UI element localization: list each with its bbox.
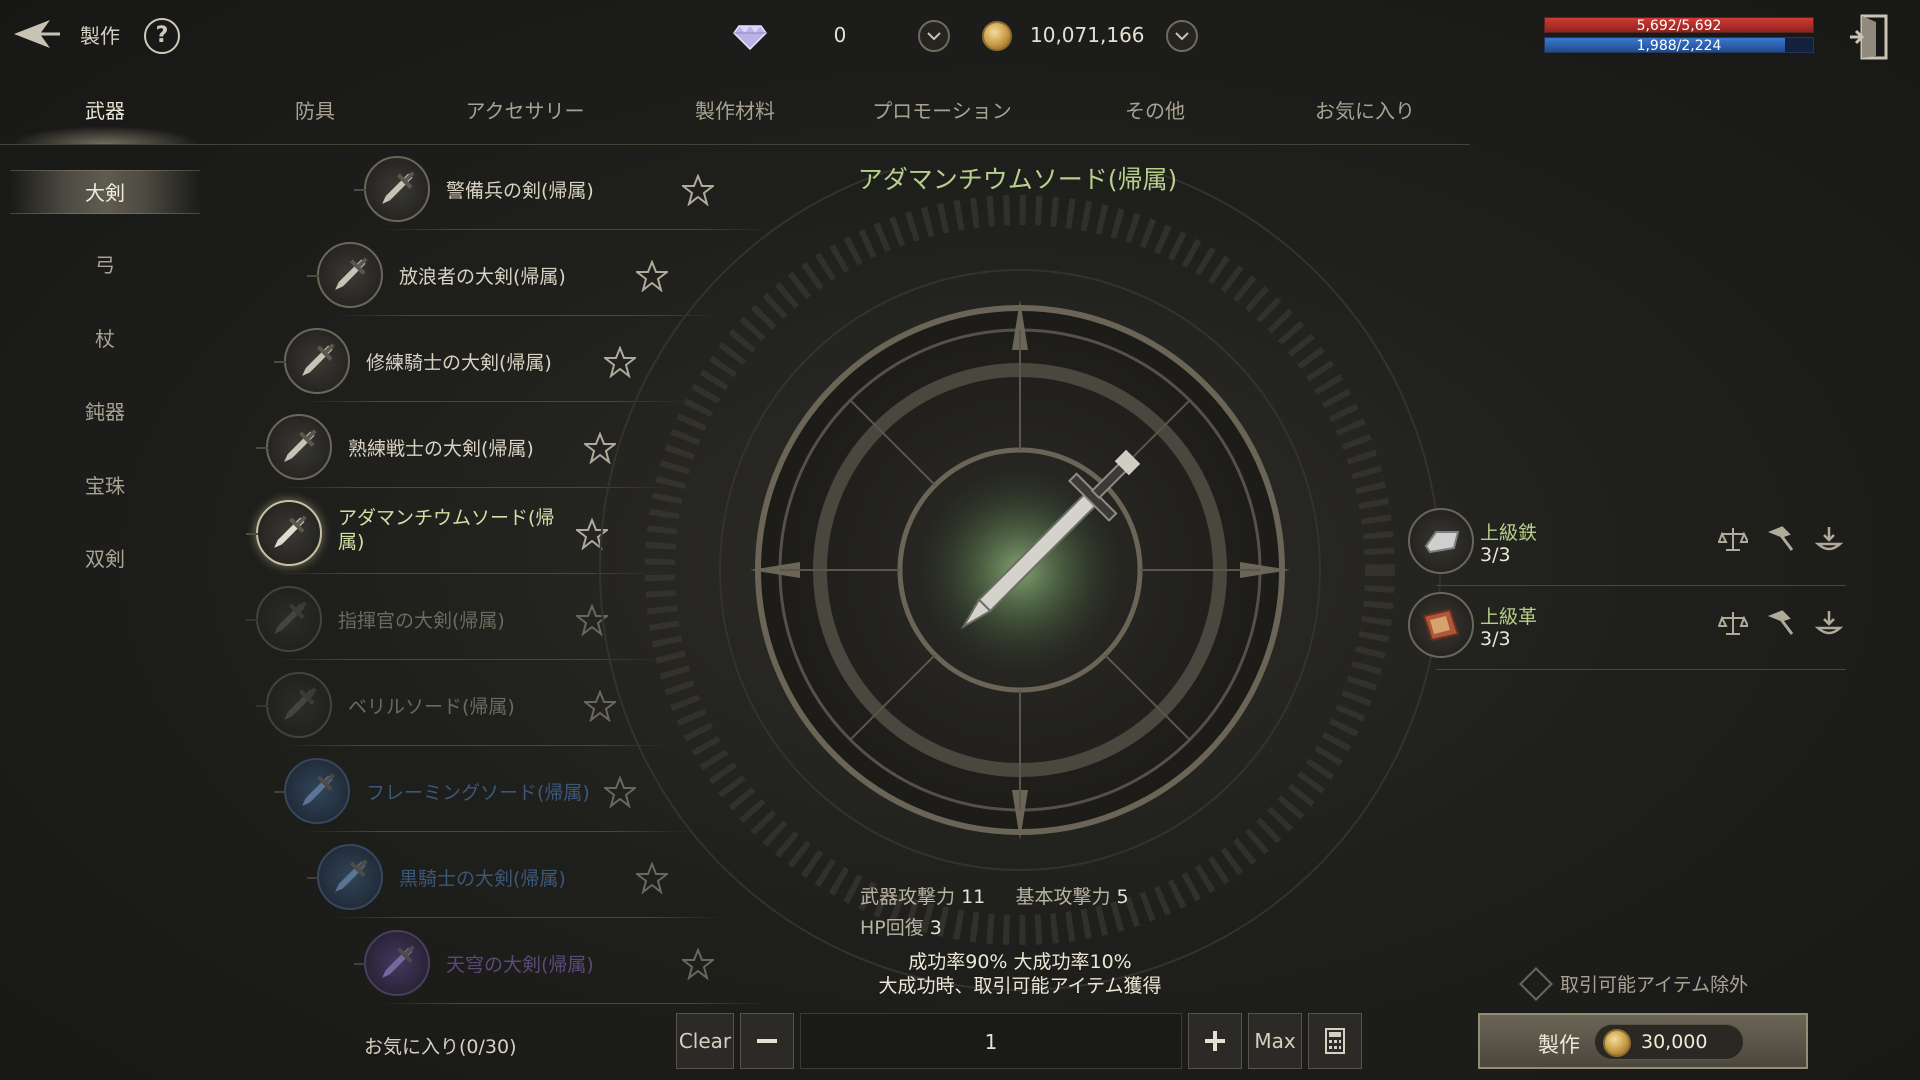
help-button[interactable]: ? — [144, 18, 180, 54]
calculator-icon — [1325, 1028, 1345, 1054]
gold-count: 10,071,166 — [1030, 23, 1145, 47]
item-name: アダマンチウムソード(帰属) — [338, 507, 555, 553]
hammer-icon[interactable] — [1766, 608, 1796, 638]
greatsword-icon — [274, 758, 350, 824]
hp-text: 5,692/5,692 — [1636, 18, 1722, 33]
gem-icon — [733, 22, 767, 51]
mp-bar: 1,988/2,224 — [1544, 37, 1814, 53]
page-title: 製作 — [80, 24, 120, 48]
item-name: 指揮官の大剣(帰属) — [338, 610, 505, 632]
obtain-icon[interactable] — [1814, 524, 1844, 554]
tab-favorites[interactable]: お気に入り — [1300, 95, 1430, 124]
increase-button[interactable] — [1188, 1013, 1242, 1069]
material-count: 3/3 — [1480, 544, 1511, 566]
plus-icon — [1205, 1031, 1225, 1051]
tab-other[interactable]: その他 — [1110, 95, 1200, 124]
subcategory-orb[interactable]: 宝珠 — [10, 464, 200, 508]
material-row: 上級革 3/3 — [1406, 584, 1846, 670]
clear-button[interactable]: Clear — [676, 1013, 734, 1069]
item-name: ベリルソード(帰属) — [348, 696, 515, 718]
item-name: 放浪者の大剣(帰属) — [399, 266, 566, 288]
item-list-entry[interactable]: 指揮官の大剣(帰属) — [242, 578, 662, 660]
exit-door-icon — [1850, 14, 1888, 60]
gold-coin-icon — [1603, 1029, 1631, 1057]
item-list-entry[interactable]: アダマンチウムソード(帰属) — [242, 492, 662, 574]
success-rates: 成功率90% 大成功率10% 大成功時、取引可能アイテム獲得 — [840, 950, 1200, 998]
greatsword-icon — [307, 242, 383, 308]
base-attack-value: 5 — [1116, 886, 1129, 908]
minus-icon — [757, 1039, 777, 1043]
calculator-button[interactable] — [1308, 1013, 1362, 1069]
gem-dropdown-button[interactable] — [918, 20, 950, 52]
material-name: 上級革 — [1480, 606, 1538, 628]
material-name: 上級鉄 — [1480, 522, 1538, 544]
craft-label: 製作 — [1538, 1033, 1580, 1057]
success-rate-line: 成功率90% 大成功率10% — [908, 951, 1132, 973]
craft-cost: 30,000 — [1594, 1024, 1744, 1060]
item-list-entry[interactable]: ベリルソード(帰属) — [252, 664, 672, 746]
weapon-attack-value: 11 — [961, 886, 986, 908]
tab-crafting-materials[interactable]: 製作材料 — [680, 95, 790, 124]
greatsword-icon — [354, 930, 430, 996]
gold-dropdown-button[interactable] — [1166, 20, 1198, 52]
exclude-tradable-label: 取引可能アイテム除外 — [1560, 974, 1749, 996]
greatsword-icon — [256, 414, 332, 480]
mp-text: 1,988/2,224 — [1636, 38, 1722, 53]
item-name: 熟練戦士の大剣(帰属) — [348, 438, 534, 460]
hp-bar: 5,692/5,692 — [1544, 17, 1814, 33]
material-divider — [1436, 669, 1846, 670]
great-success-line: 大成功時、取引可能アイテム獲得 — [878, 975, 1162, 997]
weapon-attack-label: 武器攻撃力 — [860, 886, 956, 908]
greatsword-icon — [256, 672, 332, 738]
tab-accessories[interactable]: アクセサリー — [445, 95, 605, 124]
greatsword-icon — [354, 156, 430, 222]
scale-icon[interactable] — [1718, 524, 1748, 554]
tab-promotion[interactable]: プロモーション — [862, 95, 1022, 124]
tab-armor[interactable]: 防具 — [275, 95, 355, 124]
chevron-down-icon — [1175, 32, 1189, 41]
hp-regen-value: 3 — [929, 917, 942, 939]
subcategory-dual-swords[interactable]: 双剣 — [10, 537, 200, 581]
gem-count: 0 — [833, 23, 847, 47]
item-name: 黒騎士の大剣(帰属) — [399, 868, 566, 890]
exit-button[interactable] — [1848, 12, 1892, 62]
iron-icon — [1408, 508, 1474, 574]
back-button[interactable] — [10, 14, 62, 54]
item-stats: 武器攻撃力 11 基本攻撃力 5 HP回復 3 — [860, 882, 1180, 940]
item-list-entry[interactable]: 熟練戦士の大剣(帰属) — [252, 406, 672, 488]
exclude-tradable-checkbox[interactable] — [1519, 967, 1553, 1001]
subcategory-blunt[interactable]: 鈍器 — [10, 390, 200, 434]
material-count: 3/3 — [1480, 628, 1511, 650]
active-tab-glow — [10, 126, 200, 144]
craft-cost-value: 30,000 — [1641, 1031, 1708, 1053]
quantity-input[interactable]: 1 — [800, 1013, 1182, 1069]
back-arrow-icon — [14, 20, 60, 48]
subcategory-greatsword[interactable]: 大剣 — [10, 170, 200, 214]
gold-coin-icon — [982, 21, 1012, 51]
item-name: 修練騎士の大剣(帰属) — [366, 352, 552, 374]
selected-item-title: アダマンチウムソード(帰属) — [857, 165, 1178, 194]
hammer-icon[interactable] — [1766, 524, 1796, 554]
subcategory-bow[interactable]: 弓 — [10, 243, 200, 287]
base-attack-label: 基本攻撃力 — [1015, 886, 1111, 908]
craft-button[interactable]: 製作 30,000 — [1478, 1013, 1808, 1069]
greatsword-icon — [307, 844, 383, 910]
max-button[interactable]: Max — [1248, 1013, 1302, 1069]
greatsword-icon — [274, 328, 350, 394]
obtain-icon[interactable] — [1814, 608, 1844, 638]
item-name: フレーミングソード(帰属) — [366, 782, 590, 804]
decrease-button[interactable] — [740, 1013, 794, 1069]
favorites-count: お気に入り(0/30) — [364, 1036, 517, 1058]
greatsword-icon — [246, 500, 322, 566]
chevron-down-icon — [927, 32, 941, 41]
tabs-divider — [0, 144, 1470, 145]
leather-icon — [1408, 592, 1474, 658]
hp-regen-label: HP回復 — [860, 917, 924, 939]
subcategory-staff[interactable]: 杖 — [10, 317, 200, 361]
tab-weapons[interactable]: 武器 — [65, 95, 145, 124]
greatsword-icon — [246, 586, 322, 652]
material-row: 上級鉄 3/3 — [1406, 500, 1846, 586]
scale-icon[interactable] — [1718, 608, 1748, 638]
